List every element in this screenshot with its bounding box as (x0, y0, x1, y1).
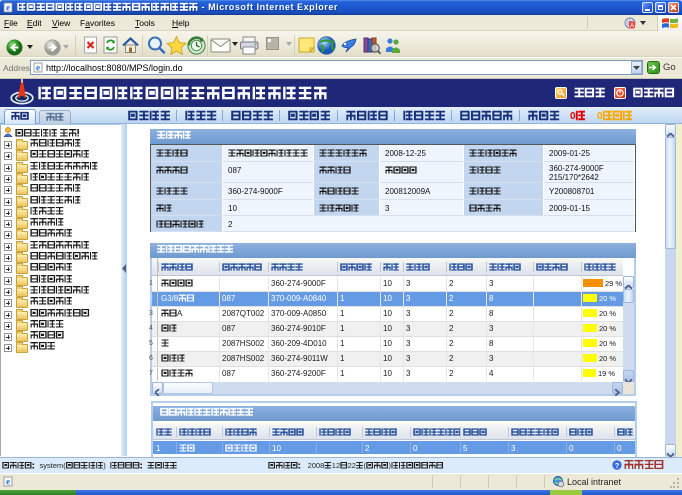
svg-text:A: A (630, 23, 635, 30)
svg-text:?: ? (615, 461, 620, 470)
svg-text:e: e (6, 477, 10, 487)
svg-text:e: e (6, 3, 10, 13)
svg-text:e: e (36, 63, 40, 73)
